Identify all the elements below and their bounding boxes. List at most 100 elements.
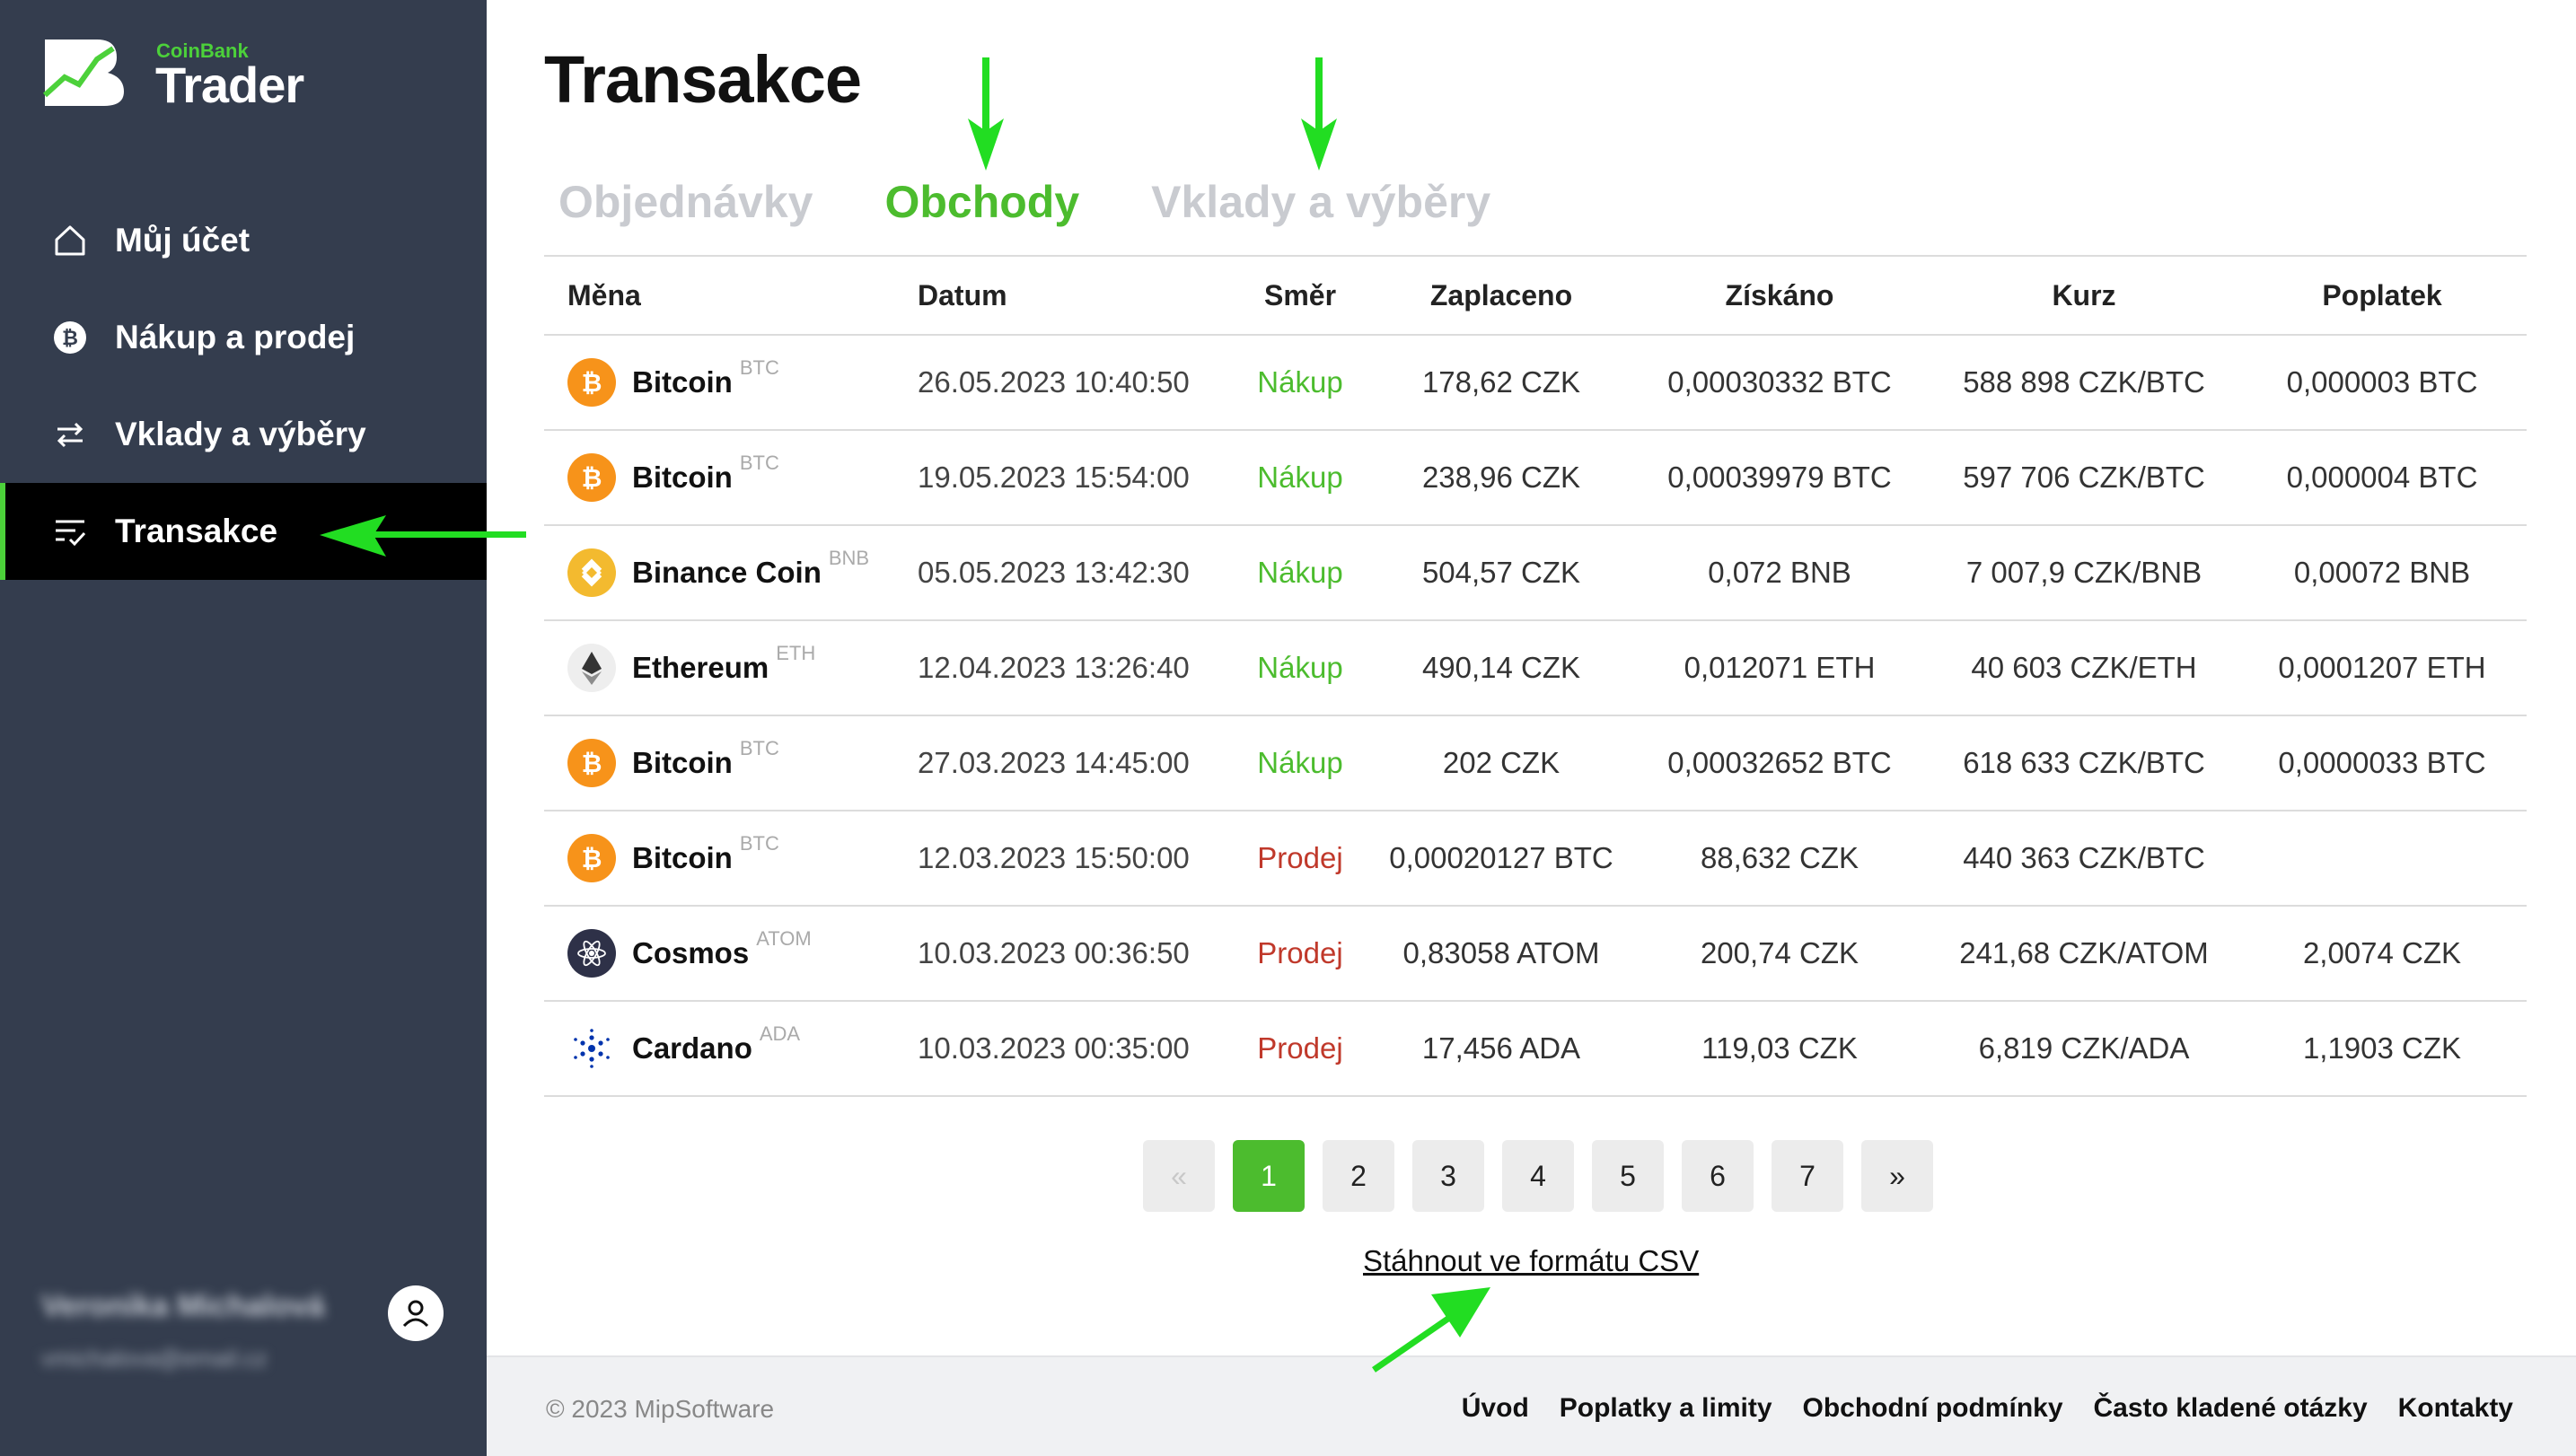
footer-link-faq[interactable]: Často kladené otázky xyxy=(2094,1393,2368,1424)
bitcoin-icon: ₿ xyxy=(567,739,616,787)
pagination-prev-button[interactable]: « xyxy=(1143,1140,1215,1212)
received-cell: 0,00032652 BTC xyxy=(1667,746,1892,779)
fee-cell: 0,000003 BTC xyxy=(2286,365,2478,399)
received-cell: 0,012071 ETH xyxy=(1684,651,1876,684)
sidebar-item-muj-ucet[interactable]: Můj účet xyxy=(0,192,487,289)
direction-cell: Prodej xyxy=(1257,1031,1343,1065)
column-header: Měna xyxy=(567,278,641,311)
ethereum-icon xyxy=(567,644,616,692)
pagination-page-1[interactable]: 1 xyxy=(1233,1140,1305,1212)
date-cell: 10.03.2023 00:36:50 xyxy=(918,936,1190,969)
cardano-icon xyxy=(567,1024,616,1073)
column-header: Datum xyxy=(918,278,1007,311)
coin-symbol: BTC xyxy=(739,737,779,759)
rate-cell: 440 363 CZK/BTC xyxy=(1963,841,2205,874)
paid-cell: 17,456 ADA xyxy=(1421,1031,1581,1065)
download-csv-link[interactable]: Stáhnout ve formátu CSV xyxy=(1363,1244,1699,1278)
coin-name: Bitcoin xyxy=(632,365,733,399)
table-header-row: Měna Datum Směr Zaplaceno Získáno Kurz P… xyxy=(544,256,2527,335)
sidebar-item-label: Můj účet xyxy=(115,222,251,259)
footer-link-podminky[interactable]: Obchodní podmínky xyxy=(1803,1393,2063,1424)
received-cell: 0,072 BNB xyxy=(1708,556,1851,589)
bitcoin-icon: ₿ xyxy=(50,318,90,357)
date-cell: 26.05.2023 10:40:50 xyxy=(918,365,1190,399)
pagination-page-5[interactable]: 5 xyxy=(1592,1140,1664,1212)
paid-cell: 0,00020127 BTC xyxy=(1389,841,1613,874)
fee-cell: 0,0001207 ETH xyxy=(2278,651,2486,684)
tab-vklady-a-vybery[interactable]: Vklady a výběry xyxy=(1151,176,1490,228)
footer-link-kontakty[interactable]: Kontakty xyxy=(2398,1393,2513,1424)
paid-cell: 178,62 CZK xyxy=(1421,365,1581,399)
bitcoin-icon: ₿ xyxy=(567,358,616,407)
sidebar-item-transakce[interactable]: Transakce xyxy=(0,483,487,580)
cosmos-icon xyxy=(567,929,616,978)
direction-cell: Nákup xyxy=(1257,556,1343,589)
paid-cell: 504,57 CZK xyxy=(1421,556,1581,589)
rate-cell: 588 898 CZK/BTC xyxy=(1963,365,2205,399)
pagination-page-6[interactable]: 6 xyxy=(1682,1140,1754,1212)
pagination-page-4[interactable]: 4 xyxy=(1502,1140,1574,1212)
fee-cell: 2,0074 CZK xyxy=(2302,936,2462,969)
coin-symbol: ATOM xyxy=(756,927,812,950)
coin-cell: Ethereum ETH xyxy=(567,642,894,692)
transactions-table: Měna Datum Směr Zaplaceno Získáno Kurz P… xyxy=(544,255,2527,1097)
footer-link-poplatky[interactable]: Poplatky a limity xyxy=(1560,1393,1772,1424)
column-header: Zaplaceno xyxy=(1429,278,1573,311)
tab-obchody[interactable]: Obchody xyxy=(884,176,1079,228)
copyright: © 2023 MipSoftware xyxy=(546,1395,775,1423)
pagination-next-button[interactable]: » xyxy=(1861,1140,1933,1212)
fee-cell: 0,000004 BTC xyxy=(2286,460,2478,494)
table-row: Binance Coin BNB 05.05.2023 13:42:30 Náku… xyxy=(544,525,2527,620)
table-row: ₿ Bitcoin BTC 12.03.2023 15:50:00 Prodej … xyxy=(544,811,2527,906)
column-header: Poplatek xyxy=(2322,278,2442,311)
rate-cell: 40 603 CZK/ETH xyxy=(1971,651,2197,684)
pagination-page-7[interactable]: 7 xyxy=(1772,1140,1843,1212)
sidebar-nav: Můj účet ₿ Nákup a prodej Vklady a výběr… xyxy=(0,192,487,580)
sidebar-item-vklady-a-vybery[interactable]: Vklady a výběry xyxy=(0,386,487,483)
footer-link-uvod[interactable]: Úvod xyxy=(1462,1393,1529,1424)
coin-cell: ₿ Bitcoin BTC xyxy=(567,832,894,882)
fee-cell: 0,00072 BNB xyxy=(2293,556,2471,589)
table-row: ₿ Bitcoin BTC 19.05.2023 15:54:00 Nákup 2… xyxy=(544,430,2527,525)
fee-cell: 1,1903 CZK xyxy=(2302,1031,2462,1065)
sidebar-item-nakup-a-prodej[interactable]: ₿ Nákup a prodej xyxy=(0,289,487,386)
coin-name: Bitcoin xyxy=(632,746,733,779)
user-email: vmichalova@email.cz xyxy=(41,1345,268,1372)
coin-name: Cosmos xyxy=(632,936,750,969)
direction-cell: Prodej xyxy=(1257,936,1343,969)
coinbank-trader-logo[interactable]: CoinBank Trader xyxy=(41,36,347,117)
pagination: « 1 2 3 4 5 6 7 » xyxy=(1143,1140,1951,1212)
received-cell: 88,632 CZK xyxy=(1700,841,1859,874)
user-icon xyxy=(402,1300,429,1328)
user-panel: Veronika Michalová vmichalova@email.cz xyxy=(41,1275,454,1400)
list-check-icon xyxy=(50,512,90,551)
direction-cell: Nákup xyxy=(1257,746,1343,779)
column-header: Směr xyxy=(1263,278,1337,311)
paid-cell: 238,96 CZK xyxy=(1421,460,1581,494)
coin-name: Cardano xyxy=(632,1031,752,1065)
pagination-page-3[interactable]: 3 xyxy=(1412,1140,1484,1212)
direction-cell: Nákup xyxy=(1257,651,1343,684)
direction-cell: Nákup xyxy=(1257,460,1343,494)
direction-cell: Prodej xyxy=(1257,841,1343,874)
received-cell: 0,00039979 BTC xyxy=(1667,460,1892,494)
sidebar-item-label: Vklady a výběry xyxy=(115,416,366,452)
paid-cell: 490,14 CZK xyxy=(1421,651,1581,684)
date-cell: 27.03.2023 14:45:00 xyxy=(918,746,1190,779)
pagination-page-2[interactable]: 2 xyxy=(1323,1140,1394,1212)
coin-name: Ethereum xyxy=(632,651,769,684)
coin-symbol: BTC xyxy=(739,832,779,855)
sidebar-item-label: Nákup a prodej xyxy=(115,319,356,355)
paid-cell: 0,83058 ATOM xyxy=(1402,936,1600,969)
rate-cell: 241,68 CZK/ATOM xyxy=(1959,936,2209,969)
svg-text:₿: ₿ xyxy=(582,844,602,873)
footer: © 2023 MipSoftware Úvod Poplatky a limit… xyxy=(487,1355,2576,1456)
coin-symbol: BTC xyxy=(739,356,779,379)
rate-cell: 597 706 CZK/BTC xyxy=(1963,460,2205,494)
tab-objednavky[interactable]: Objednávky xyxy=(558,176,813,228)
bitcoin-icon: ₿ xyxy=(567,453,616,502)
coin-cell: Cosmos ATOM xyxy=(567,927,894,978)
bitcoin-icon: ₿ xyxy=(567,834,616,882)
main-content: Transakce Objednávky Obchody Vklady a vý… xyxy=(487,0,2576,1355)
user-avatar[interactable] xyxy=(388,1285,444,1341)
